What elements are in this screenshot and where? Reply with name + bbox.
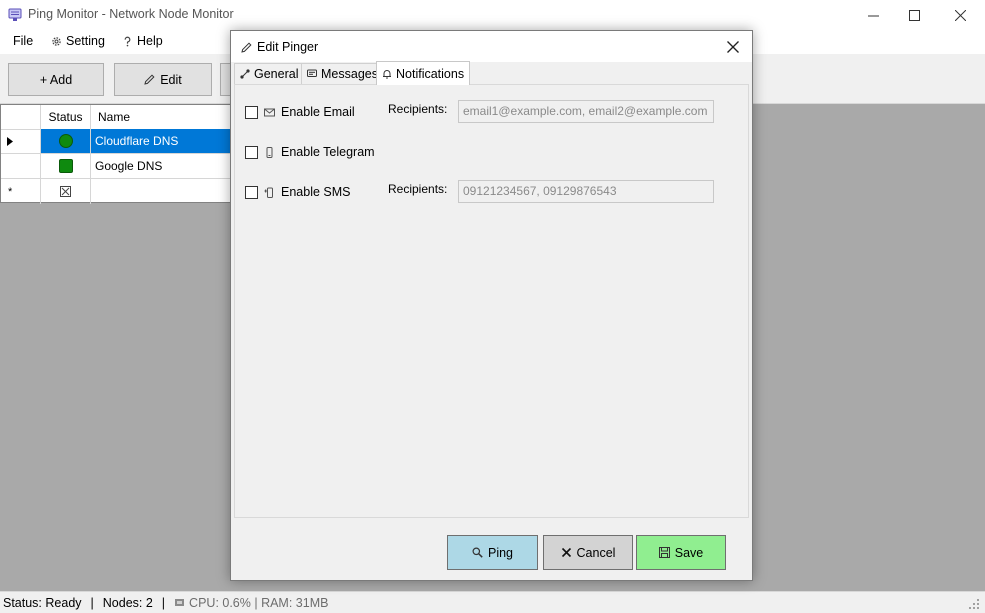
tab-messages-label: Messages: [321, 67, 378, 81]
minimize-icon: [867, 15, 879, 16]
column-header-status-label: Status: [48, 110, 83, 124]
empty-image-icon: [60, 186, 71, 197]
row-header-cell[interactable]: [1, 129, 41, 153]
tab-notifications-label: Notifications: [396, 66, 465, 81]
column-header-name[interactable]: Name: [91, 105, 233, 129]
close-icon: [954, 9, 966, 21]
row-header-cell[interactable]: *: [1, 179, 41, 204]
enable-sms-label: Enable SMS: [281, 185, 351, 199]
message-icon: [307, 69, 317, 77]
enable-telegram-checkbox[interactable]: Enable Telegram: [245, 145, 375, 159]
checkbox-box[interactable]: [245, 145, 258, 159]
dialog-close-button[interactable]: [723, 37, 743, 57]
pencil-icon: [144, 74, 155, 85]
dialog-title-text: Edit Pinger: [257, 40, 319, 54]
save-button-label: Save: [674, 545, 704, 560]
email-recipients-label: Recipients:: [388, 102, 448, 116]
sms-recipients-placeholder: 09121234567, 09129876543: [463, 184, 617, 198]
menu-file[interactable]: File: [13, 34, 33, 48]
edit-pinger-dialog: Edit Pinger General Messages Notificatio…: [230, 30, 753, 581]
ping-button[interactable]: Ping: [447, 535, 538, 570]
cancel-button[interactable]: Cancel: [543, 535, 633, 570]
bell-icon: [383, 69, 391, 79]
enable-telegram-label: Enable Telegram: [281, 145, 375, 159]
status-separator: |: [161, 595, 166, 610]
sms-recipients-label: Recipients:: [388, 182, 448, 196]
window-title: Ping Monitor - Network Node Monitor: [28, 7, 234, 21]
table-row[interactable]: Cloudflare DNS: [1, 129, 233, 154]
status-text: Status: Ready: [3, 595, 82, 610]
status-online-icon: [58, 159, 73, 173]
email-recipients-placeholder: email1@example.com, email2@example.com: [463, 104, 708, 118]
status-online-icon: [58, 134, 73, 148]
row-header-cell[interactable]: [1, 154, 41, 178]
enable-sms-checkbox[interactable]: Enable SMS: [245, 185, 350, 199]
nodes-count: Nodes: 2: [102, 595, 153, 610]
gear-icon: [52, 36, 61, 46]
column-header-status[interactable]: Status: [41, 105, 91, 129]
checkbox-box[interactable]: [245, 105, 258, 119]
status-cell[interactable]: [41, 129, 91, 153]
new-row-marker: *: [8, 185, 13, 198]
checkbox-box[interactable]: [245, 185, 258, 199]
enable-email-checkbox[interactable]: Enable Email: [245, 105, 355, 119]
edit-button[interactable]: Edit: [114, 63, 212, 96]
nodes-grid[interactable]: Status Name Cloudflare DNS Google DNS *: [0, 104, 233, 204]
add-button[interactable]: + Add: [8, 63, 104, 96]
cancel-button-label: Cancel: [576, 545, 616, 560]
status-bar: Status: Ready | Nodes: 2 | CPU: 0.6% | R…: [0, 591, 985, 613]
tab-general-label: General: [254, 67, 299, 81]
node-name: Google DNS: [95, 159, 163, 173]
floppy-icon: [658, 547, 670, 558]
close-button[interactable]: [937, 0, 983, 30]
column-header-name-label: Name: [98, 110, 131, 124]
status-separator: |: [90, 595, 94, 610]
ping-button-label: Ping: [487, 545, 514, 560]
menu-help-label: Help: [137, 34, 163, 48]
status-cell[interactable]: [41, 179, 91, 204]
edit-button-label: Edit: [160, 72, 182, 87]
node-name: Cloudflare DNS: [95, 134, 179, 148]
email-icon: [264, 108, 275, 116]
resize-grip-icon[interactable]: [966, 596, 980, 610]
name-cell[interactable]: Cloudflare DNS: [91, 129, 233, 153]
question-icon: [124, 36, 131, 46]
name-cell[interactable]: [91, 179, 233, 204]
grid-header-row: Status Name: [1, 105, 233, 130]
menu-file-label: File: [13, 34, 34, 48]
maximize-icon: [908, 9, 920, 21]
dialog-title: Edit Pinger: [241, 40, 318, 54]
menu-help[interactable]: Help: [122, 34, 163, 48]
network-icon: [240, 69, 250, 79]
menu-setting-label: Setting: [66, 34, 105, 48]
status-cell[interactable]: [41, 154, 91, 178]
menu-setting[interactable]: Setting: [51, 34, 105, 48]
row-header-cell: [1, 105, 41, 129]
table-row[interactable]: Google DNS: [1, 154, 233, 179]
search-icon: [472, 547, 483, 558]
close-icon: [727, 41, 739, 53]
pencil-icon: [241, 41, 252, 53]
sms-recipients-input[interactable]: 09121234567, 09129876543: [458, 180, 714, 203]
tab-notifications[interactable]: Notifications: [376, 61, 471, 85]
save-button[interactable]: Save: [636, 535, 726, 570]
minimize-button[interactable]: [850, 0, 896, 30]
new-row[interactable]: *: [1, 179, 233, 204]
cpu-icon: [175, 599, 185, 606]
resource-usage: CPU: 0.6% | RAM: 31MB: [174, 596, 328, 610]
enable-email-label: Enable Email: [281, 105, 355, 119]
monitor-icon: [8, 8, 22, 21]
resource-usage-text: CPU: 0.6% | RAM: 31MB: [189, 595, 329, 610]
tab-general[interactable]: General: [234, 63, 305, 84]
x-icon: [561, 547, 571, 558]
tab-messages[interactable]: Messages: [301, 63, 384, 84]
name-cell[interactable]: Google DNS: [91, 154, 233, 178]
current-row-arrow-icon: [7, 136, 13, 146]
sms-icon: [264, 187, 273, 198]
email-recipients-input[interactable]: email1@example.com, email2@example.com: [458, 100, 714, 123]
maximize-button[interactable]: [891, 0, 937, 30]
add-button-label: + Add: [39, 72, 73, 87]
phone-icon: [266, 146, 273, 158]
